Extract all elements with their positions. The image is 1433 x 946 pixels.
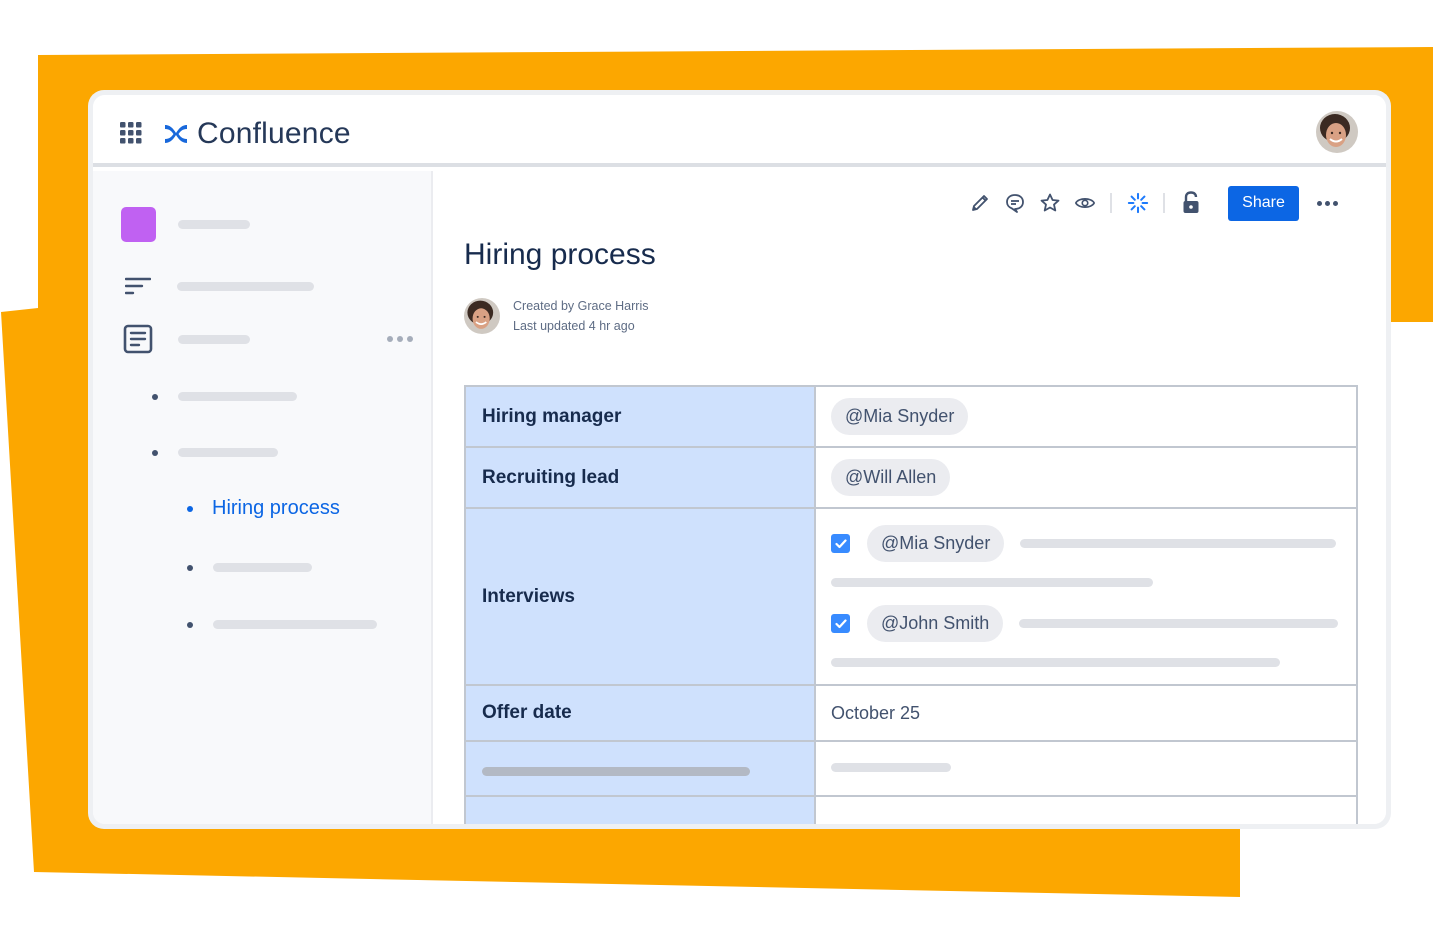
author-avatar[interactable] bbox=[464, 298, 500, 334]
last-updated: Last updated 4 hr ago bbox=[513, 316, 648, 336]
table-row: Hiring manager @Mia Snyder bbox=[466, 387, 1356, 448]
created-by: Created by Grace Harris bbox=[513, 296, 648, 316]
user-mention[interactable]: @Will Allen bbox=[831, 459, 951, 496]
placeholder-text bbox=[831, 763, 951, 772]
bullet-icon bbox=[152, 449, 158, 456]
confluence-logo[interactable]: Confluence bbox=[163, 117, 351, 151]
star-icon[interactable] bbox=[1039, 192, 1061, 214]
offer-date-value: October 25 bbox=[831, 702, 921, 723]
placeholder-label bbox=[178, 448, 278, 457]
created-by-label: Created by bbox=[513, 299, 575, 313]
confluence-logo-icon bbox=[165, 125, 187, 143]
placeholder-label bbox=[178, 334, 250, 344]
toolbar-divider bbox=[1163, 193, 1165, 213]
row-value bbox=[816, 742, 1356, 795]
page-byline: Created by Grace Harris Last updated 4 h… bbox=[464, 296, 648, 336]
placeholder-label bbox=[178, 220, 250, 229]
row-header: Interviews bbox=[466, 509, 816, 684]
page-toolbar: Share bbox=[962, 185, 1338, 221]
unlock-icon[interactable] bbox=[1180, 191, 1202, 214]
table-row: Offer date October 25 bbox=[466, 686, 1356, 742]
author-name[interactable]: Grace Harris bbox=[578, 299, 649, 313]
page-content: Share Hiring process Created by Grace Ha… bbox=[435, 171, 1386, 824]
table-row bbox=[466, 742, 1356, 797]
row-header bbox=[466, 742, 816, 795]
share-button[interactable]: Share bbox=[1228, 185, 1299, 221]
checkbox-checked[interactable] bbox=[831, 534, 850, 553]
tree-item[interactable] bbox=[152, 448, 278, 457]
checkbox-checked[interactable] bbox=[831, 614, 850, 633]
bullet-icon bbox=[187, 505, 193, 512]
placeholder-text bbox=[1019, 619, 1338, 628]
page-icon bbox=[123, 324, 153, 354]
sidebar: Hiring process bbox=[93, 171, 433, 824]
row-value: @Will Allen bbox=[816, 448, 1356, 507]
more-icon[interactable] bbox=[387, 336, 413, 342]
toolbar-divider bbox=[1110, 193, 1112, 213]
app-window: Confluence Hiring process Share Hiring p… bbox=[88, 90, 1391, 829]
sidebar-item-pages[interactable] bbox=[123, 324, 413, 354]
tree-item[interactable] bbox=[187, 620, 377, 629]
row-header: Recruiting lead bbox=[466, 448, 816, 507]
table-row bbox=[466, 797, 1356, 824]
comment-icon[interactable] bbox=[1004, 192, 1026, 214]
edit-icon[interactable] bbox=[969, 192, 991, 214]
bullet-icon bbox=[187, 564, 193, 571]
table-row: Interviews @Mia Snyder @John Smith bbox=[466, 509, 1356, 686]
task-item: @Mia Snyder bbox=[831, 525, 1336, 562]
placeholder-label bbox=[213, 563, 312, 572]
app-name: Confluence bbox=[197, 117, 351, 150]
details-table: Hiring manager @Mia Snyder Recruiting le… bbox=[464, 385, 1358, 824]
user-mention[interactable]: @John Smith bbox=[867, 605, 1004, 642]
row-header: Offer date bbox=[466, 686, 816, 740]
user-avatar[interactable] bbox=[1316, 111, 1358, 153]
filter-lines-icon bbox=[125, 277, 151, 295]
last-updated-label: Last updated bbox=[513, 319, 586, 333]
top-navigation-bar: Confluence bbox=[93, 95, 1386, 167]
watch-icon[interactable] bbox=[1074, 192, 1096, 214]
last-updated-value: 4 hr ago bbox=[588, 319, 635, 333]
placeholder-label bbox=[213, 620, 377, 629]
row-value bbox=[816, 797, 1356, 824]
bullet-icon bbox=[152, 393, 158, 400]
placeholder-text bbox=[482, 766, 750, 776]
tree-item[interactable] bbox=[152, 392, 297, 401]
more-icon[interactable] bbox=[1317, 200, 1338, 206]
task-list: @Mia Snyder @John Smith bbox=[816, 509, 1356, 684]
space-square-icon bbox=[121, 207, 156, 242]
row-header: Hiring manager bbox=[466, 387, 816, 446]
tree-item-hiring-process[interactable]: Hiring process bbox=[187, 497, 340, 520]
sidebar-item-filter[interactable] bbox=[125, 277, 314, 295]
placeholder-text bbox=[1020, 539, 1336, 548]
bullet-icon bbox=[187, 621, 193, 628]
page-title: Hiring process bbox=[464, 238, 656, 271]
tree-item-label: Hiring process bbox=[212, 497, 340, 519]
user-mention[interactable]: @Mia Snyder bbox=[867, 525, 1005, 562]
row-value: @Mia Snyder bbox=[816, 387, 1356, 446]
sidebar-item-space[interactable] bbox=[121, 207, 250, 242]
table-row: Recruiting lead @Will Allen bbox=[466, 448, 1356, 509]
loom-icon[interactable] bbox=[1127, 192, 1149, 214]
placeholder-text bbox=[831, 658, 1280, 667]
user-mention[interactable]: @Mia Snyder bbox=[831, 398, 969, 435]
placeholder-text bbox=[831, 578, 1153, 587]
grid-icon[interactable] bbox=[120, 122, 142, 144]
placeholder-label bbox=[177, 281, 314, 291]
placeholder-label bbox=[178, 392, 297, 401]
row-header bbox=[466, 797, 816, 824]
tree-item[interactable] bbox=[187, 563, 312, 572]
task-item: @John Smith bbox=[831, 605, 1338, 642]
